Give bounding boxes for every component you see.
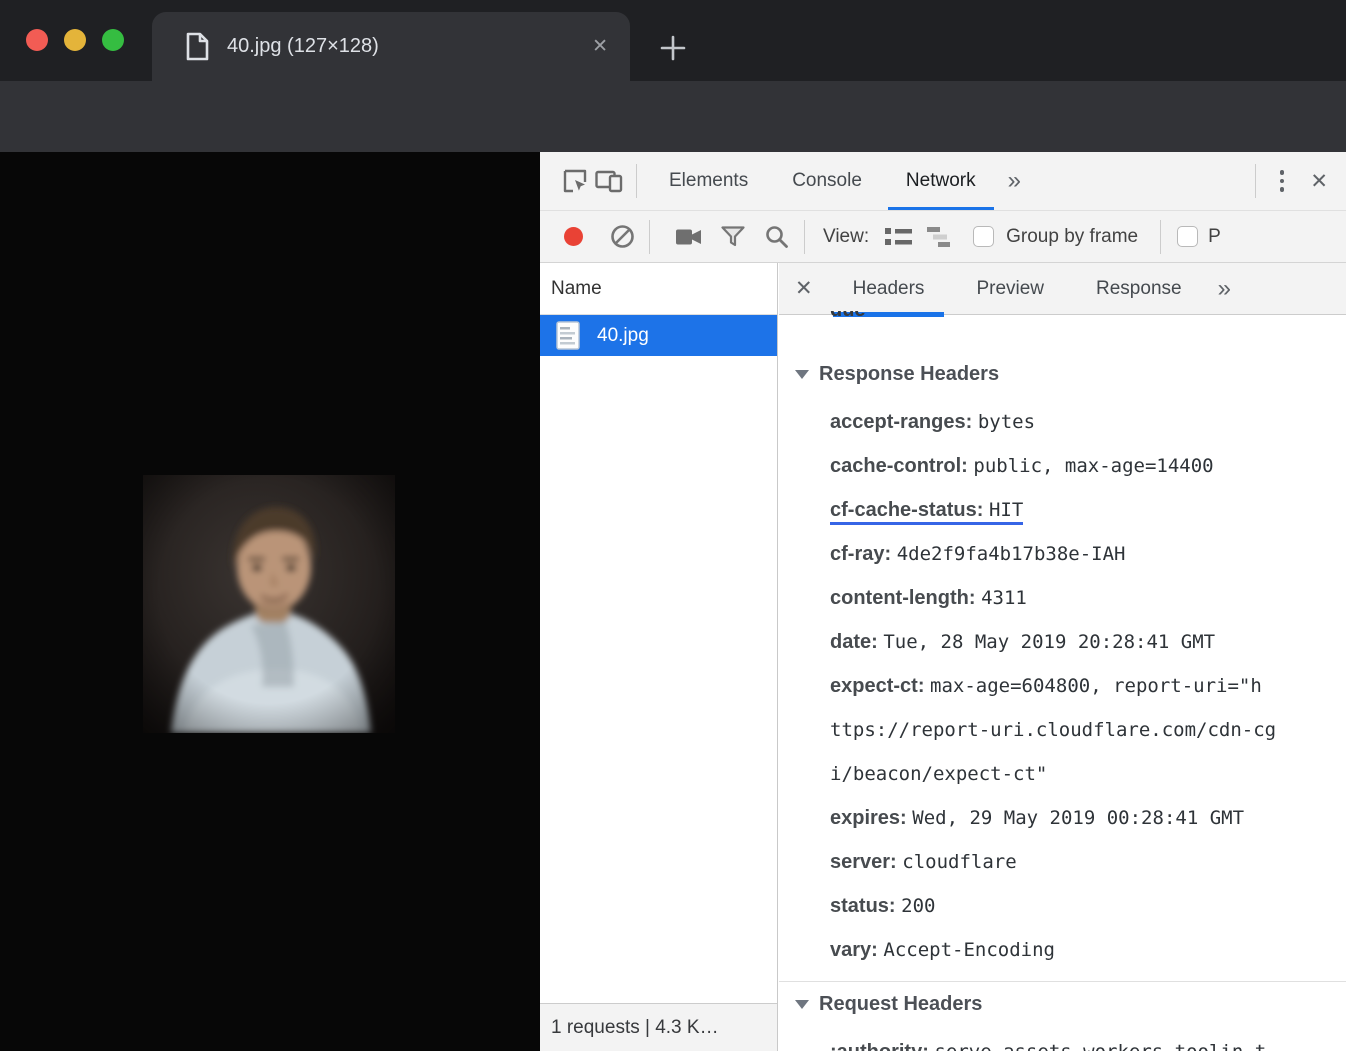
more-tabs-icon[interactable]: » bbox=[998, 167, 1031, 195]
browser-tab[interactable]: 40.jpg (127×128) ✕ bbox=[152, 12, 630, 81]
list-view-icon[interactable] bbox=[881, 220, 915, 254]
mac-minimize-button[interactable] bbox=[64, 29, 86, 51]
header-row: accept-ranges: bytes bbox=[830, 400, 1336, 444]
request-headers-section-header[interactable]: Request Headers bbox=[795, 982, 1346, 1026]
header-row: expect-ct: max-age=604800, report-uri="h… bbox=[830, 664, 1336, 796]
new-tab-button[interactable] bbox=[656, 31, 690, 65]
portrait-image bbox=[143, 475, 395, 733]
name-column-header[interactable]: Name bbox=[540, 263, 777, 315]
clear-icon[interactable] bbox=[605, 220, 639, 254]
tab-close-icon[interactable]: ✕ bbox=[592, 35, 608, 58]
tab-network[interactable]: Network bbox=[884, 152, 998, 211]
divider bbox=[804, 220, 805, 254]
record-network-log-icon[interactable] bbox=[564, 227, 583, 246]
detail-tab-bar: ✕ Headers Preview Response » due bbox=[779, 263, 1346, 315]
tab-headers[interactable]: Headers bbox=[827, 263, 951, 315]
collapse-triangle-icon bbox=[795, 1000, 809, 1009]
response-headers-list: accept-ranges: bytes cache-control: publ… bbox=[830, 400, 1346, 972]
header-row: date: Tue, 28 May 2019 20:28:41 GMT bbox=[830, 620, 1336, 664]
network-main: Name 40.jpg 1 requests | 4.3 K… ✕ Header… bbox=[540, 263, 1346, 1051]
device-toolbar-icon[interactable] bbox=[592, 164, 626, 198]
tab-preview[interactable]: Preview bbox=[950, 263, 1070, 315]
header-row: vary: Accept-Encoding bbox=[830, 928, 1336, 972]
request-detail-panel: ✕ Headers Preview Response » due Respons… bbox=[779, 263, 1346, 1051]
requests-panel: Name 40.jpg 1 requests | 4.3 K… bbox=[540, 263, 778, 1051]
divider bbox=[636, 164, 637, 198]
response-headers-section-header[interactable]: Response Headers bbox=[795, 352, 1346, 396]
devtools-close-icon[interactable]: ✕ bbox=[1298, 169, 1340, 194]
header-row: cache-control: public, max-age=14400 bbox=[830, 444, 1336, 488]
divider bbox=[1255, 164, 1256, 198]
header-row: :authority: serve-assets-workers-toolin-… bbox=[830, 1030, 1336, 1051]
view-label: View: bbox=[823, 226, 869, 248]
tab-response[interactable]: Response bbox=[1070, 263, 1208, 315]
mac-zoom-button[interactable] bbox=[102, 29, 124, 51]
divider bbox=[649, 220, 650, 254]
screenshot-capture-icon[interactable] bbox=[672, 220, 706, 254]
filter-icon[interactable] bbox=[716, 220, 750, 254]
request-name: 40.jpg bbox=[597, 325, 649, 347]
request-headers-list: :authority: serve-assets-workers-toolin-… bbox=[830, 1030, 1346, 1051]
tab-strip: 40.jpg (127×128) ✕ bbox=[0, 0, 1346, 81]
page-content bbox=[0, 152, 540, 1051]
tab-elements[interactable]: Elements bbox=[647, 152, 770, 211]
tab-title: 40.jpg (127×128) bbox=[227, 35, 592, 58]
browser-toolbar: https:///faces/40.jpg bbox=[0, 81, 1346, 152]
requests-summary-bar: 1 requests | 4.3 K… bbox=[540, 1003, 777, 1051]
group-by-frame-checkbox[interactable] bbox=[973, 226, 994, 247]
inspect-element-icon[interactable] bbox=[558, 164, 592, 198]
waterfall-view-icon[interactable] bbox=[923, 220, 957, 254]
devtools-panel: Elements Console Network » ✕ bbox=[540, 152, 1346, 1051]
group-by-frame-label: Group by frame bbox=[1006, 226, 1138, 248]
collapse-triangle-icon bbox=[795, 370, 809, 379]
page-file-icon bbox=[186, 32, 209, 61]
scrolled-text-fragment: due bbox=[830, 311, 866, 322]
devtools-menu-icon[interactable] bbox=[1266, 170, 1299, 192]
more-detail-tabs-icon[interactable]: » bbox=[1208, 275, 1241, 303]
close-detail-icon[interactable]: ✕ bbox=[779, 276, 827, 301]
divider bbox=[1160, 220, 1161, 254]
header-row: status: 200 bbox=[830, 884, 1336, 928]
search-icon[interactable] bbox=[760, 220, 794, 254]
header-row: cf-cache-status: HIT bbox=[830, 488, 1336, 532]
mac-close-button[interactable] bbox=[26, 29, 48, 51]
browser-window: 40.jpg (127×128) ✕ https:///faces/40.jpg bbox=[0, 0, 1346, 1051]
requests-summary: 1 requests | 4.3 K… bbox=[551, 1017, 719, 1039]
tab-console[interactable]: Console bbox=[770, 152, 884, 211]
network-toolbar: View: Group by frame P bbox=[540, 211, 1346, 263]
header-row: cf-ray: 4de2f9fa4b17b38e-IAH bbox=[830, 532, 1336, 576]
header-row: expires: Wed, 29 May 2019 00:28:41 GMT bbox=[830, 796, 1336, 840]
devtools-tab-bar: Elements Console Network » ✕ bbox=[540, 152, 1346, 211]
header-row: server: cloudflare bbox=[830, 840, 1336, 884]
preserve-log-checkbox[interactable] bbox=[1177, 226, 1198, 247]
header-row: content-length: 4311 bbox=[830, 576, 1336, 620]
document-icon bbox=[556, 321, 580, 350]
headers-pane: Response Headers accept-ranges: bytes ca… bbox=[779, 315, 1346, 1051]
preserve-log-label-partial: P bbox=[1208, 226, 1221, 248]
request-row-40jpg[interactable]: 40.jpg bbox=[540, 315, 777, 356]
